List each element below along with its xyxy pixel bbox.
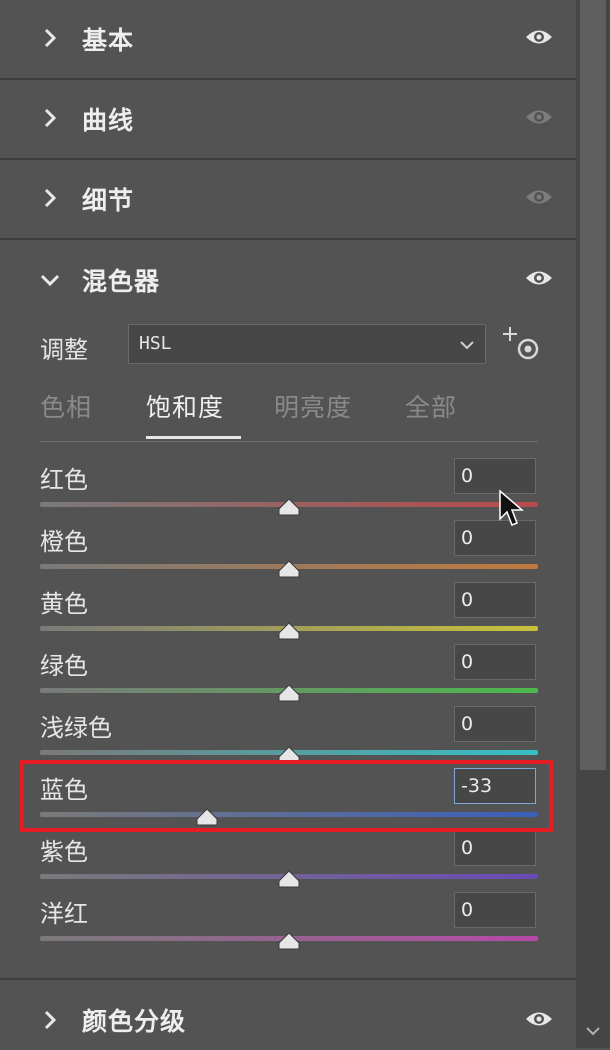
tab-saturation[interactable]: 饱和度 [146,388,224,424]
slider-label: 红色 [40,466,88,494]
chevron-right-icon[interactable] [38,106,62,130]
slider-row: 洋红 0 [0,892,576,954]
eye-icon[interactable] [524,106,554,128]
section-basic[interactable]: 基本 [0,0,576,80]
section-detail[interactable]: 细节 [0,160,576,240]
adjust-dropdown-value: HSL [139,333,172,354]
slider-value-input[interactable]: 0 [454,582,536,618]
slider-thumb[interactable] [278,870,300,888]
highlight-box [20,760,553,832]
eye-icon[interactable] [524,1008,554,1030]
tab-all[interactable]: 全部 [405,388,457,424]
scrollbar[interactable] [576,0,610,1048]
slider-thumb[interactable] [278,560,300,578]
slider-thumb[interactable] [278,622,300,640]
slider-value-input[interactable]: 0 [454,706,536,742]
slider-label: 黄色 [40,590,88,618]
tab-divider [40,441,538,442]
section-title: 曲线 [82,106,135,135]
slider-label: 绿色 [40,652,88,680]
slider-row: 紫色 0 [0,830,576,892]
chevron-down-icon [460,341,474,350]
tab-luminance[interactable]: 明亮度 [274,388,352,424]
slider-value-input[interactable]: 0 [454,644,536,680]
slider-value-input[interactable]: 0 [454,892,536,928]
eye-icon[interactable] [524,267,554,289]
slider-row: 红色 0 [0,458,576,520]
adjust-dropdown[interactable]: HSL [128,324,486,364]
scroll-down-arrow-icon[interactable] [582,1020,604,1042]
section-title: 颜色分级 [82,1007,187,1036]
chevron-right-icon[interactable] [38,26,62,50]
section-title: 混色器 [82,267,161,296]
section-curves[interactable]: 曲线 [0,80,576,160]
slider-label: 橙色 [40,528,88,556]
edit-panel: 基本 曲线 细节 混色器 调整 HSL 色相 饱和度 明亮度 全部 红色 0 橙色 0… [0,0,576,1048]
chevron-down-icon[interactable] [38,268,62,292]
eye-icon[interactable] [524,186,554,208]
adjust-label: 调整 [40,336,88,364]
section-title: 基本 [82,26,135,55]
slider-thumb[interactable] [278,498,300,516]
chevron-right-icon[interactable] [38,186,62,210]
section-color-grading[interactable]: 颜色分级 [0,978,576,1050]
section-title: 细节 [82,186,135,215]
slider-label: 浅绿色 [40,714,112,742]
slider-label: 洋红 [40,900,88,928]
slider-row: 黄色 0 [0,582,576,644]
mouse-cursor-icon [499,489,525,526]
chevron-right-icon[interactable] [38,1008,62,1032]
scrollbar-thumb[interactable] [580,0,606,770]
tab-hue[interactable]: 色相 [40,388,92,424]
eye-icon[interactable] [524,26,554,48]
slider-value-input[interactable]: 0 [454,830,536,866]
section-color-mixer[interactable]: 混色器 [0,240,576,310]
active-tab-indicator [146,436,241,439]
targeted-adjustment-icon[interactable] [500,325,542,365]
slider-thumb[interactable] [278,932,300,950]
slider-label: 紫色 [40,838,88,866]
slider-row: 绿色 0 [0,644,576,706]
slider-row: 浅绿色 0 [0,706,576,768]
slider-row: 橙色 0 [0,520,576,582]
slider-thumb[interactable] [278,684,300,702]
